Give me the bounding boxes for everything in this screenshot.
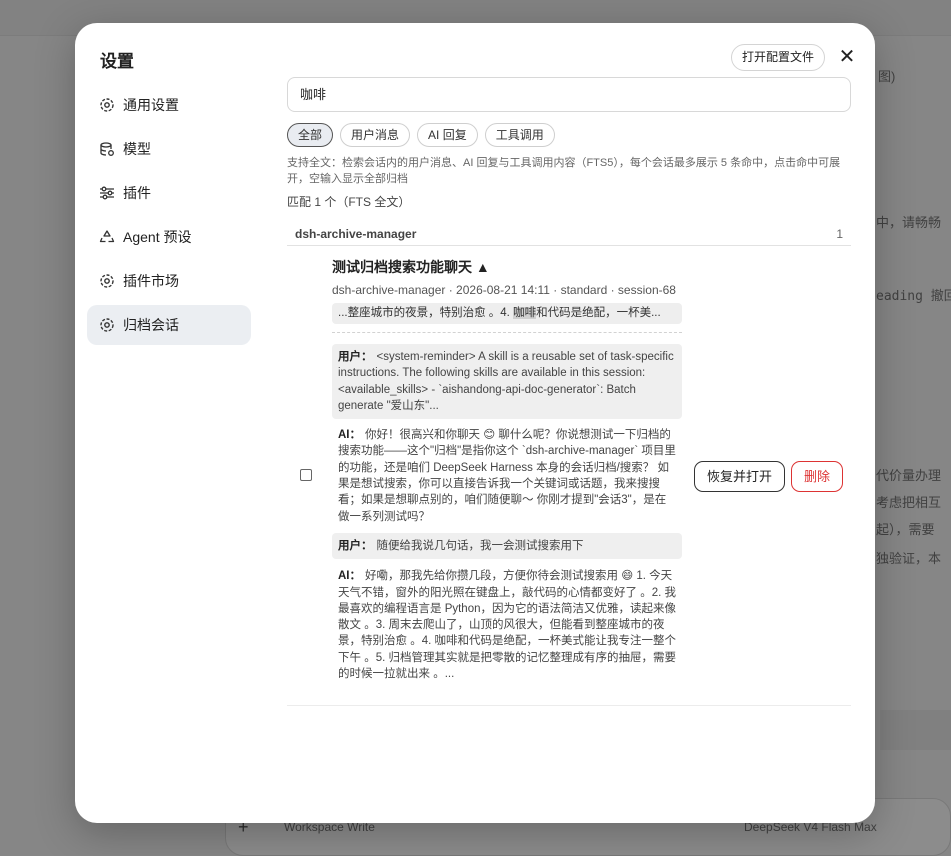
divider [332, 332, 682, 333]
sidebar-item-label: 通用设置 [123, 97, 179, 113]
message-user: 用户： <system-reminder> A skill is a reusab… [332, 344, 682, 420]
sidebar-item-plugins[interactable]: 插件 [87, 173, 251, 213]
message-text: 你好！很高兴和你聊天 😊 聊什么呢？你说想测试一下归档的搜索功能——这个"归档"… [338, 429, 676, 523]
message-text: 随便给我说几句话，我一会测试搜索用下 [376, 539, 584, 552]
match-count: 匹配 1 个（FTS 全文） [287, 195, 411, 209]
group-count: 1 [836, 227, 843, 241]
sidebar-item-plugin-market[interactable]: 插件市场 [87, 261, 251, 301]
filter-ai-replies[interactable]: AI 回复 [417, 123, 478, 147]
session-card: 测试归档搜索功能聊天 ▲ dsh-archive-manager · 2026-… [332, 257, 682, 682]
message-role: AI： [338, 570, 361, 583]
sidebar-item-agent-presets[interactable]: Agent 预设 [87, 217, 251, 257]
filter-chips: 全部 用户消息 AI 回复 工具调用 [287, 123, 851, 147]
gear-icon [99, 317, 115, 333]
group-header: dsh-archive-manager 1 [287, 227, 851, 246]
sidebar-item-label: 插件 [123, 185, 151, 201]
message-role: 用户： [338, 539, 373, 552]
database-icon [99, 141, 115, 157]
open-config-button[interactable]: 打开配置文件 [731, 44, 826, 71]
close-icon[interactable]: ✕ [835, 45, 859, 69]
search-hint: 支持全文：检索会话内的用户消息、AI 回复与工具调用内容（FTS5），每个会话最… [287, 157, 841, 185]
gear-icon [99, 273, 115, 289]
sidebar-item-archived-sessions[interactable]: 归档会话 [87, 305, 251, 345]
snippet-text: 和代码是绝配，一杯美... [536, 307, 661, 319]
sidebar-item-label: 归档会话 [123, 317, 179, 333]
session-checkbox[interactable] [300, 469, 312, 481]
message-ai: AI： 你好！很高兴和你聊天 😊 聊什么呢？你说想测试一下归档的搜索功能——这个"… [332, 427, 682, 525]
search-input[interactable]: 咖啡 [287, 77, 851, 112]
sidebar-item-general[interactable]: 通用设置 [87, 85, 251, 125]
search-hit-snippet[interactable]: ...整座城市的夜景，特别治愈 。4. 咖啡和代码是绝配，一杯美... [332, 303, 682, 324]
snippet-highlight: 咖啡 [513, 307, 537, 319]
snippet-text: ...整座城市的夜景，特别治愈 。4. [338, 307, 514, 319]
settings-modal: 设置 打开配置文件 ✕ 通用设置 模型 插件 Agent 预设 插件市场 归档会… [75, 23, 875, 823]
gear-icon [99, 97, 115, 113]
recycle-icon [99, 229, 115, 245]
message-role: AI： [338, 429, 361, 442]
archive-panel: 咖啡 全部 用户消息 AI 回复 工具调用 支持全文：检索会话内的用户消息、AI… [287, 77, 851, 706]
sliders-icon [99, 185, 115, 201]
filter-tool-calls[interactable]: 工具调用 [484, 123, 555, 147]
sidebar-item-models[interactable]: 模型 [87, 129, 251, 169]
group-name: dsh-archive-manager [295, 227, 417, 241]
message-ai: AI： 好嘞，那我先给你攒几段，方便你待会测试搜索用 😄 1. 今天天气不错，窗外… [332, 568, 682, 682]
sidebar-item-label: 模型 [123, 141, 151, 157]
filter-all[interactable]: 全部 [287, 123, 334, 147]
session-meta: dsh-archive-manager · 2026-08-21 14:11 ·… [332, 283, 676, 297]
sidebar-item-label: 插件市场 [123, 273, 179, 289]
message-text: 好嘞，那我先给你攒几段，方便你待会测试搜索用 😄 1. 今天天气不错，窗外的阳光… [338, 570, 676, 681]
modal-title: 设置 [100, 52, 134, 71]
sidebar-item-label: Agent 预设 [123, 229, 192, 245]
session-row: 测试归档搜索功能聊天 ▲ dsh-archive-manager · 2026-… [287, 246, 851, 706]
settings-sidebar: 通用设置 模型 插件 Agent 预设 插件市场 归档会话 [87, 85, 251, 349]
message-role: 用户： [338, 351, 373, 363]
message-text: <system-reminder> A skill is a reusable … [338, 351, 674, 412]
session-title[interactable]: 测试归档搜索功能聊天 ▲ [332, 257, 682, 277]
restore-open-button[interactable]: 恢复并打开 [694, 461, 786, 492]
filter-user-messages[interactable]: 用户消息 [340, 123, 411, 147]
delete-button[interactable]: 删除 [791, 461, 844, 492]
message-user: 用户： 随便给我说几句话，我一会测试搜索用下 [332, 532, 682, 560]
